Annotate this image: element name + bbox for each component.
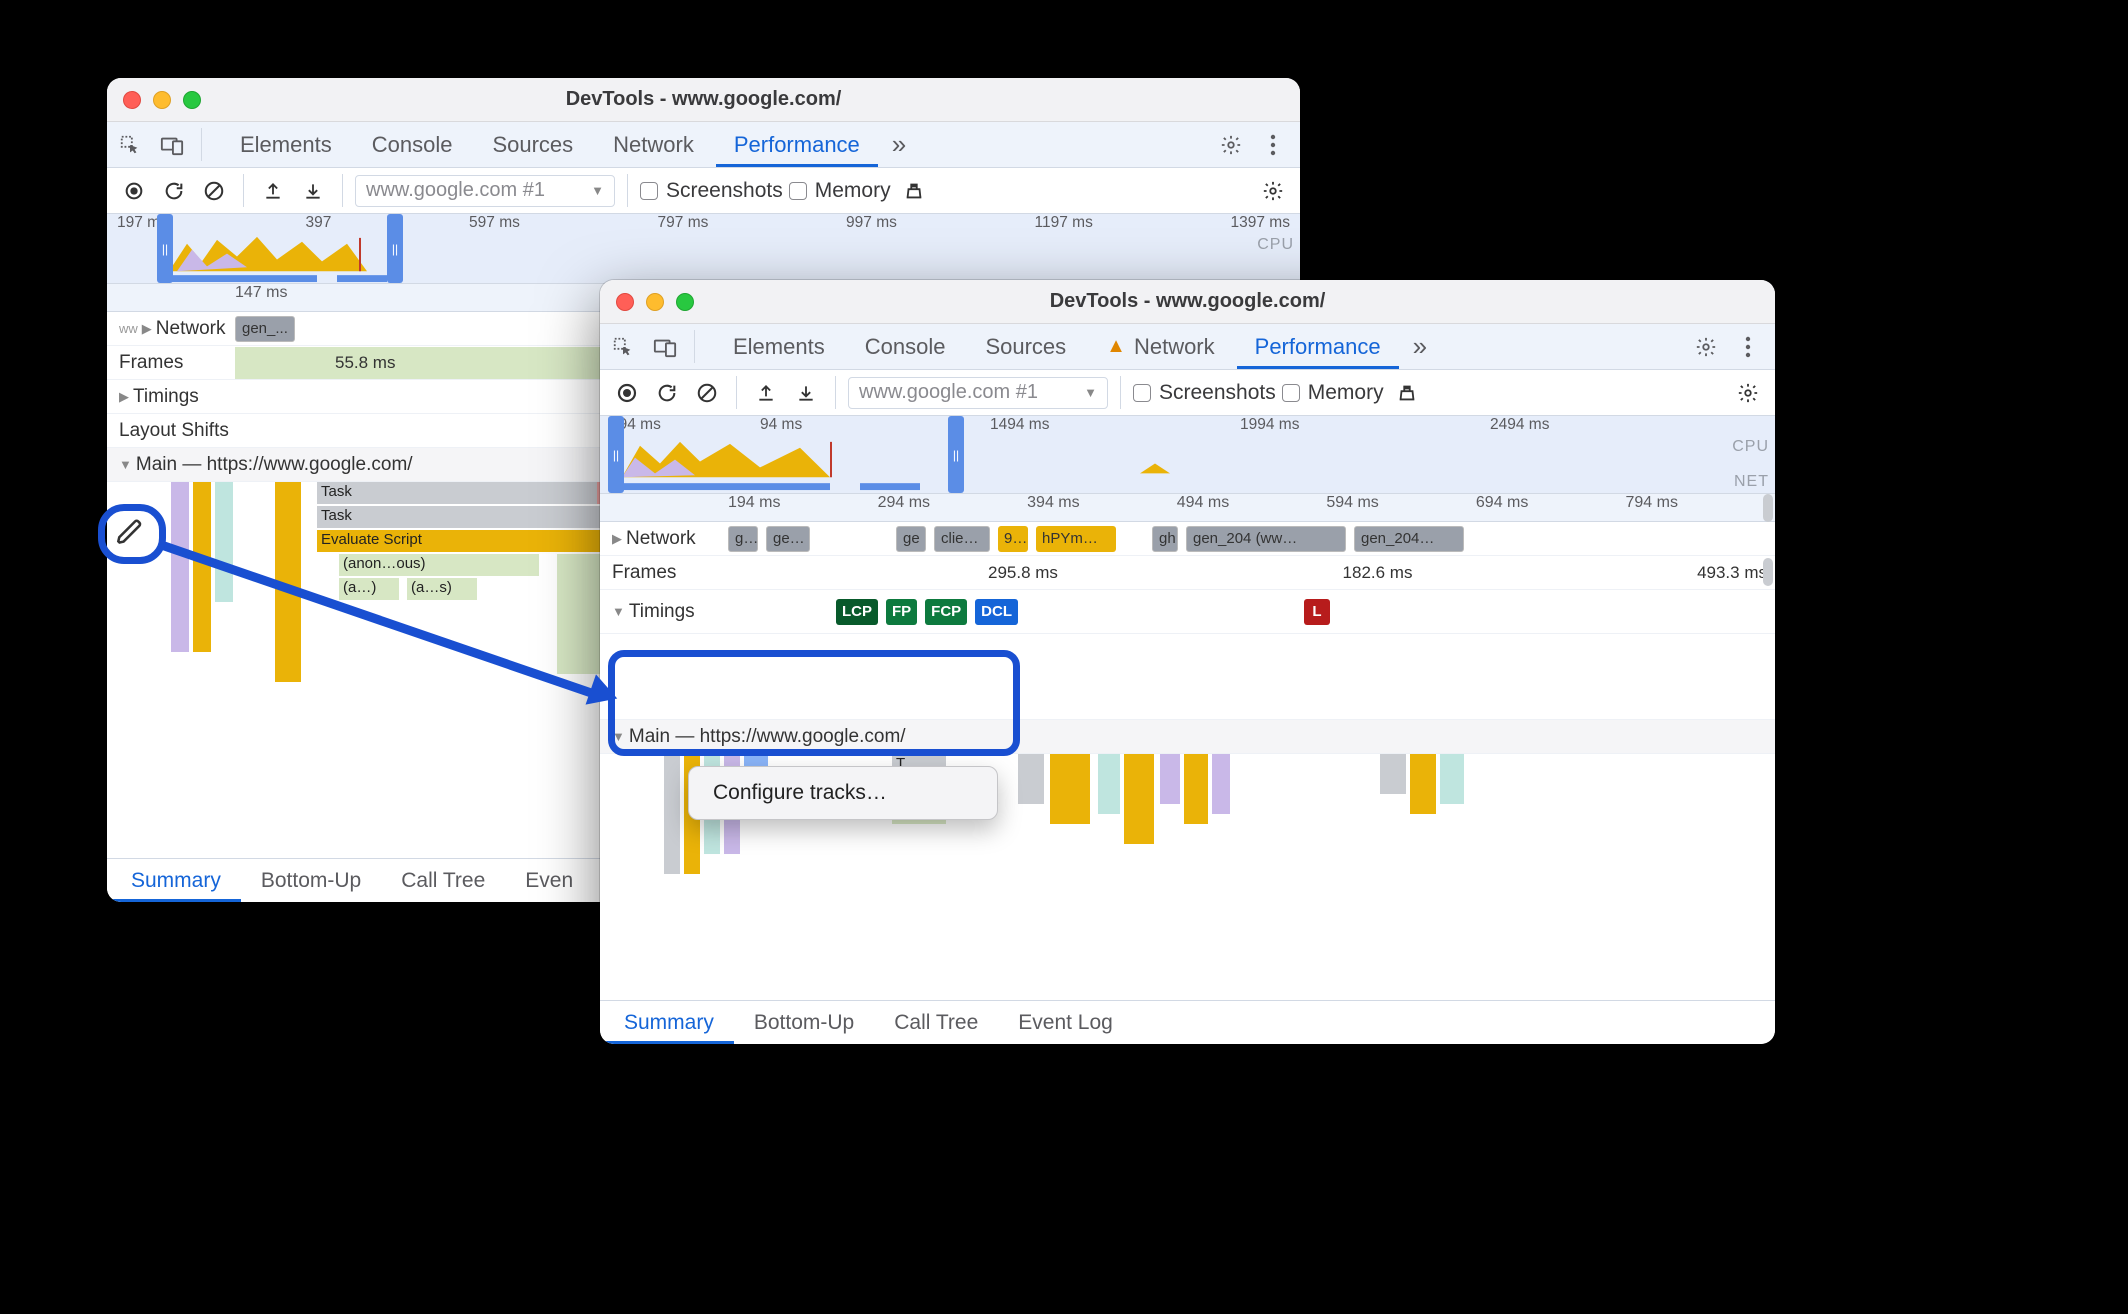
event-log-tab[interactable]: Event Log xyxy=(998,1001,1133,1044)
range-handle-left[interactable] xyxy=(157,214,173,283)
recording-selector[interactable]: www.google.com #1▼ xyxy=(355,175,615,207)
tracks-panel: 194 ms 294 ms 394 ms 494 ms 594 ms 694 m… xyxy=(600,494,1775,884)
performance-toolbar: www.google.com #1▼ Screenshots Memory xyxy=(600,370,1775,416)
range-handle-right[interactable] xyxy=(948,416,964,493)
main-thread-track[interactable]: ▼Main — https://www.google.com/ xyxy=(600,720,1775,754)
frame-duration: 55.8 ms xyxy=(335,353,395,373)
garbage-collect-icon[interactable] xyxy=(1390,376,1424,410)
network-request-chip[interactable]: gen_204… xyxy=(1354,526,1464,552)
frames-track[interactable]: Frames 295.8 ms 182.6 ms 493.3 ms xyxy=(600,556,1775,590)
frame-duration: 182.6 ms xyxy=(1343,563,1413,583)
bottom-up-tab[interactable]: Bottom-Up xyxy=(734,1001,874,1044)
capture-settings-gear-icon[interactable] xyxy=(1731,376,1765,410)
kebab-menu-icon[interactable] xyxy=(1254,126,1292,164)
reload-record-button[interactable] xyxy=(650,376,684,410)
pencil-icon[interactable] xyxy=(116,518,144,546)
more-tabs-icon[interactable]: » xyxy=(1403,331,1437,362)
bottom-up-tab[interactable]: Bottom-Up xyxy=(241,859,381,902)
network-request-chip[interactable]: ge xyxy=(896,526,926,552)
device-toolbar-icon[interactable] xyxy=(153,126,191,164)
inspect-element-icon[interactable] xyxy=(604,328,642,366)
capture-settings-gear-icon[interactable] xyxy=(1256,174,1290,208)
network-request-chip[interactable]: 9… xyxy=(998,526,1028,552)
tab-performance[interactable]: Performance xyxy=(716,122,878,167)
panel-tabs: Elements Console Sources Network Perform… xyxy=(107,122,1300,168)
fp-badge: FP xyxy=(886,599,917,625)
flame-bar[interactable]: Task xyxy=(317,482,617,504)
network-request-chip[interactable]: gen_204 (ww… xyxy=(1186,526,1346,552)
window-title: DevTools - www.google.com/ xyxy=(600,290,1775,313)
tab-elements[interactable]: Elements xyxy=(222,122,350,167)
window-titlebar[interactable]: DevTools - www.google.com/ xyxy=(107,78,1300,122)
frame-duration: 493.3 ms xyxy=(1697,563,1767,583)
call-tree-tab[interactable]: Call Tree xyxy=(874,1001,998,1044)
memory-checkbox[interactable]: Memory xyxy=(789,179,891,203)
reload-record-button[interactable] xyxy=(157,174,191,208)
scrollbar-thumb[interactable] xyxy=(1763,558,1773,586)
recording-selector[interactable]: www.google.com #1▼ xyxy=(848,377,1108,409)
record-button[interactable] xyxy=(610,376,644,410)
window-title: DevTools - www.google.com/ xyxy=(107,88,1300,111)
kebab-menu-icon[interactable] xyxy=(1729,328,1767,366)
summary-tab[interactable]: Summary xyxy=(111,859,241,902)
range-handle-right[interactable] xyxy=(387,214,403,283)
record-button[interactable] xyxy=(117,174,151,208)
range-handle-left[interactable] xyxy=(608,416,624,493)
upload-profile-icon[interactable] xyxy=(749,376,783,410)
panel-tabs: Elements Console Sources ▲ Network Perfo… xyxy=(600,324,1775,370)
long-task-marker: L xyxy=(1304,599,1330,625)
download-profile-icon[interactable] xyxy=(296,174,330,208)
summary-tab[interactable]: Summary xyxy=(604,1001,734,1044)
download-profile-icon[interactable] xyxy=(789,376,823,410)
device-toolbar-icon[interactable] xyxy=(646,328,684,366)
tab-network[interactable]: Network xyxy=(595,122,712,167)
event-log-tab[interactable]: Even xyxy=(505,859,593,902)
timeline-overview[interactable]: 197 ms 397 597 ms 797 ms 997 ms 1197 ms … xyxy=(107,214,1300,284)
frame-duration: 295.8 ms xyxy=(988,563,1058,583)
warning-icon: ▲ xyxy=(1106,335,1126,358)
more-tabs-icon[interactable]: » xyxy=(882,129,916,160)
dcl-badge: DCL xyxy=(975,599,1018,625)
track-time-ruler: 194 ms 294 ms 394 ms 494 ms 594 ms 694 m… xyxy=(600,494,1775,522)
tab-console[interactable]: Console xyxy=(354,122,471,167)
network-request-chip[interactable]: clie… xyxy=(934,526,990,552)
timings-track[interactable]: ▼Timings LCP FP FCP DCL L xyxy=(600,590,1775,634)
tab-console[interactable]: Console xyxy=(847,324,964,369)
devtools-window-2: DevTools - www.google.com/ Elements Cons… xyxy=(600,280,1775,1044)
network-request-chip[interactable]: gh xyxy=(1152,526,1178,552)
inspect-element-icon[interactable] xyxy=(111,126,149,164)
screenshots-checkbox[interactable]: Screenshots xyxy=(640,179,783,203)
clear-button[interactable] xyxy=(690,376,724,410)
overview-ticks: 197 ms 397 597 ms 797 ms 997 ms 1197 ms … xyxy=(107,214,1300,232)
tab-performance[interactable]: Performance xyxy=(1237,324,1399,369)
call-tree-tab[interactable]: Call Tree xyxy=(381,859,505,902)
network-track[interactable]: ▶Network g… ge… ge clie… 9… hPYm… gh gen… xyxy=(600,522,1775,556)
tab-elements[interactable]: Elements xyxy=(715,324,843,369)
configure-tracks-menu-item[interactable]: Configure tracks… xyxy=(689,775,997,811)
network-request-chip[interactable]: gen_... xyxy=(235,316,295,342)
tab-network[interactable]: ▲ Network xyxy=(1088,324,1232,369)
settings-gear-icon[interactable] xyxy=(1212,126,1250,164)
memory-checkbox[interactable]: Memory xyxy=(1282,381,1384,405)
clear-button[interactable] xyxy=(197,174,231,208)
garbage-collect-icon[interactable] xyxy=(897,174,931,208)
lcp-badge: LCP xyxy=(836,599,878,625)
performance-toolbar: www.google.com #1▼ Screenshots Memory xyxy=(107,168,1300,214)
tab-sources[interactable]: Sources xyxy=(967,324,1084,369)
fcp-badge: FCP xyxy=(925,599,967,625)
network-request-chip[interactable]: g… xyxy=(728,526,758,552)
details-tabs: Summary Bottom-Up Call Tree Event Log xyxy=(600,1000,1775,1044)
network-request-chip[interactable]: hPYm… xyxy=(1036,526,1116,552)
upload-profile-icon[interactable] xyxy=(256,174,290,208)
timeline-overview[interactable]: 494 ms 94 ms 1494 ms 1994 ms 2494 ms CPU… xyxy=(600,416,1775,494)
scrollbar-thumb[interactable] xyxy=(1763,494,1773,522)
window-titlebar[interactable]: DevTools - www.google.com/ xyxy=(600,280,1775,324)
network-request-chip[interactable]: ge… xyxy=(766,526,810,552)
tab-sources[interactable]: Sources xyxy=(474,122,591,167)
context-menu: Configure tracks… xyxy=(688,766,998,820)
screenshots-checkbox[interactable]: Screenshots xyxy=(1133,381,1276,405)
settings-gear-icon[interactable] xyxy=(1687,328,1725,366)
